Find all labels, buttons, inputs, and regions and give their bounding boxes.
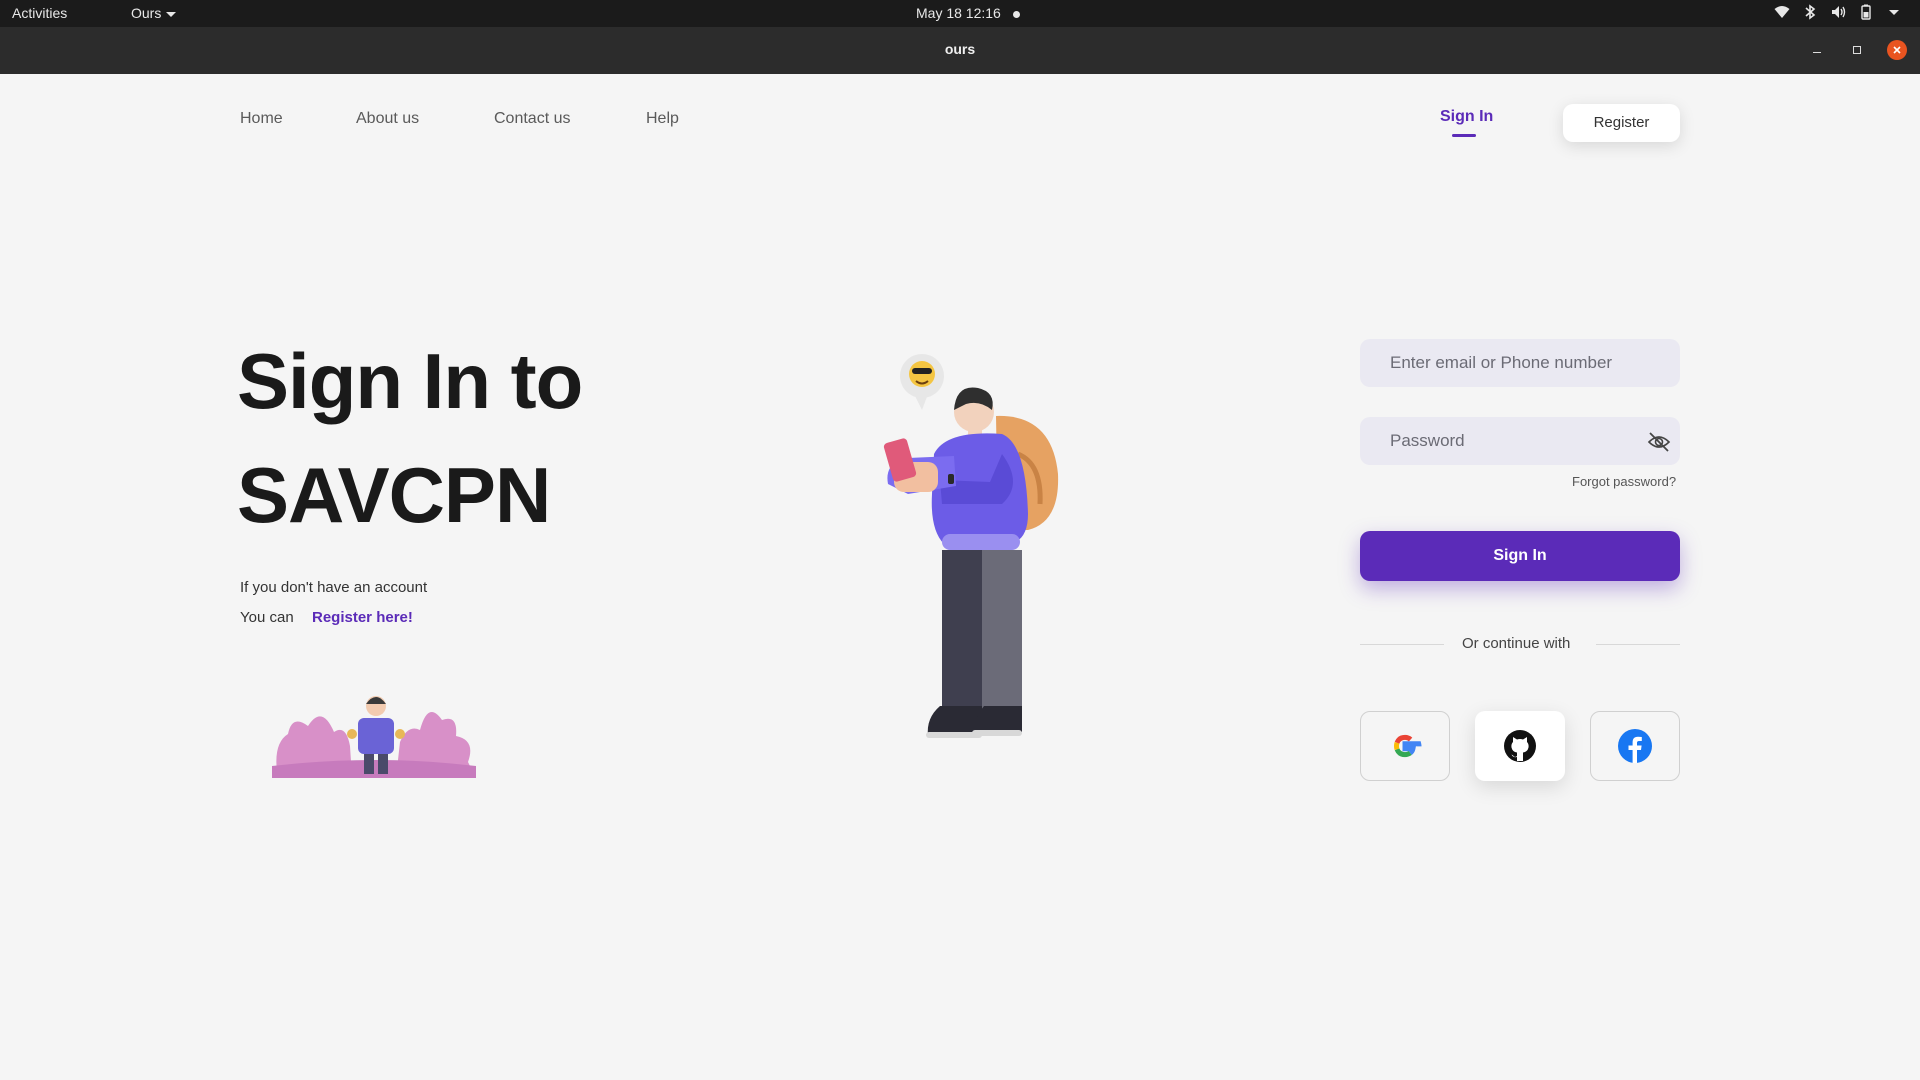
nav-about-us[interactable]: About us <box>356 110 419 128</box>
minimize-icon <box>1813 51 1821 53</box>
divider-right <box>1596 644 1680 645</box>
app-menu[interactable]: Ours <box>131 5 177 21</box>
bluetooth-icon <box>1805 4 1816 20</box>
hide-password-icon[interactable] <box>1647 430 1671 454</box>
close-button[interactable] <box>1887 40 1907 60</box>
system-tray[interactable] <box>1774 4 1902 20</box>
chevron-down-icon <box>166 11 177 17</box>
password-field[interactable] <box>1360 417 1680 465</box>
facebook-icon <box>1618 729 1652 763</box>
continue-with-label: Or continue with <box>1462 635 1571 652</box>
activities-button[interactable]: Activities <box>12 5 67 21</box>
close-icon <box>1893 46 1901 54</box>
nav-home[interactable]: Home <box>240 110 283 128</box>
google-signin-button[interactable] <box>1360 711 1450 781</box>
register-button[interactable]: Register <box>1563 104 1680 142</box>
minimize-button[interactable] <box>1807 40 1827 60</box>
hero-title-line1: Sign In to <box>237 337 583 425</box>
maximize-icon <box>1853 46 1861 54</box>
clock[interactable]: May 18 12:16 <box>916 5 1020 21</box>
forgot-password-link[interactable]: Forgot password? <box>1572 474 1676 489</box>
github-signin-button[interactable] <box>1475 711 1565 781</box>
nav-help[interactable]: Help <box>646 110 679 128</box>
sign-in-button[interactable]: Sign In <box>1360 531 1680 581</box>
window-title: ours <box>944 41 976 57</box>
person-illustration <box>883 354 1059 738</box>
volume-icon <box>1832 6 1846 18</box>
divider-left <box>1360 644 1444 645</box>
active-nav-indicator <box>1452 134 1476 137</box>
small-illustration <box>272 696 476 778</box>
hero-title-line2: SAVCPN <box>237 451 551 539</box>
nav-sign-in[interactable]: Sign In <box>1440 108 1493 126</box>
system-menu-icon <box>1889 10 1899 15</box>
page: Home About us Contact us Help Sign In Re… <box>0 74 1920 1080</box>
window-title-bar: ours <box>0 27 1920 74</box>
clock-label: May 18 12:16 <box>916 5 1001 21</box>
notification-dot-icon <box>1012 10 1020 18</box>
battery-icon <box>1861 4 1871 20</box>
you-can-label: You can <box>240 609 294 626</box>
facebook-signin-button[interactable] <box>1590 711 1680 781</box>
maximize-button[interactable] <box>1847 40 1867 60</box>
account-prompt: If you don't have an account <box>240 579 428 596</box>
app-menu-label: Ours <box>131 5 162 21</box>
github-icon <box>1504 730 1536 762</box>
wifi-icon <box>1774 6 1790 18</box>
google-icon <box>1394 734 1422 758</box>
nav-contact-us[interactable]: Contact us <box>494 110 570 128</box>
email-field[interactable] <box>1360 339 1680 387</box>
register-here-link[interactable]: Register here! <box>312 609 413 626</box>
system-top-bar: Activities Ours May 18 12:16 <box>0 0 1920 27</box>
